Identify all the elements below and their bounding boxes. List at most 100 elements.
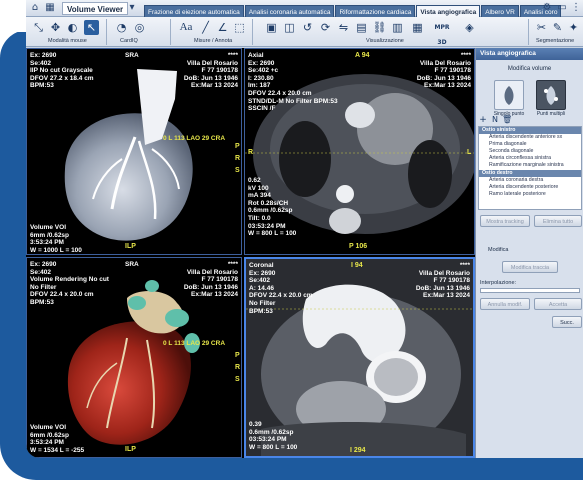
chevron-down-icon[interactable]: ▾ [126, 2, 138, 14]
app-title[interactable]: Volume Viewer [62, 2, 129, 15]
br-inferior-label: I 94 [351, 262, 363, 269]
view-link-icon[interactable]: ⛓ [372, 20, 387, 35]
view-settings-icon[interactable]: ◈ [462, 20, 477, 35]
group-label-mouse: Modalità mouse [48, 38, 87, 44]
tree-group-left[interactable]: Ostio sinistro [479, 127, 581, 135]
tl-bottom-orientation: ILP [125, 243, 136, 250]
interpolation-slider[interactable] [480, 288, 580, 293]
more-icon[interactable]: ⋮ [570, 2, 582, 14]
view-flip-icon[interactable]: ⇋ [336, 20, 351, 35]
cancel-modify-button[interactable]: Annulla modif. [480, 298, 530, 310]
tree-item[interactable]: Arteria discendente posteriore [479, 184, 581, 191]
tl-info-right: **** Villa Del Rosario F 77 190178 DoB: Ju… [183, 52, 238, 90]
single-point-button[interactable] [494, 80, 524, 110]
group-label-view: Visualizzazione [366, 38, 404, 44]
modify-section-label: Modifica [488, 247, 509, 253]
accept-button[interactable]: Accetta [534, 298, 582, 310]
ruler-icon[interactable]: ╱ [198, 20, 213, 35]
modify-track-button[interactable]: Modifica traccia [502, 261, 558, 273]
single-point-icon [504, 86, 514, 105]
next-button[interactable]: Succ. [552, 316, 582, 328]
show-tracking-button[interactable]: Mostra tracking [480, 215, 530, 227]
tr-anterior-label: A 94 [355, 52, 370, 59]
multi-point-label: Punti multipli [536, 111, 566, 117]
panel-title: Vista angiografica [476, 48, 583, 60]
pan-icon[interactable]: ✥ [48, 20, 63, 35]
cardiq-icon[interactable]: ◔ [114, 20, 129, 35]
view-layout-icon[interactable]: ▤ [354, 20, 369, 35]
view-reset-icon[interactable]: ↺ [300, 20, 315, 35]
bl-angle: 0 L 113 LAO 29 CRA [163, 340, 226, 347]
delete-icon[interactable]: 🗑 [502, 115, 512, 125]
tr-info-left: Axial Ex: 2690 Se:402 +c I: 230.80 Im: 187… [248, 52, 338, 113]
volume-viewer-app: ⌂ ▦ Volume Viewer ▾ Frazione di eiezione… [26, 0, 583, 458]
title-bar: ⌂ ▦ Volume Viewer ▾ Frazione di eiezione… [26, 0, 583, 19]
segment-cut-icon[interactable]: ✂ [534, 20, 549, 35]
layout-icon[interactable]: ▭ [556, 2, 568, 14]
viewport-bottom-left[interactable]: Ex: 2690 Se:402 Volume Rendering No cut No… [26, 257, 242, 458]
panel-section-label: Modifica volume [507, 66, 552, 72]
tl-view-label: SRA [125, 52, 139, 59]
bl-orientation: P R S [235, 352, 241, 383]
br-info-lower: 0.39 0.6mm /0.62sp 03:53:24 PM W = 800 L … [249, 421, 298, 451]
multi-point-icon [544, 86, 558, 105]
bl-info-right: **** Villa Del Rosario F 77 190178 DoB: Ju… [183, 261, 238, 299]
view-slab-icon[interactable]: ▦ [410, 20, 425, 35]
group-label-cardiq: CardIQ [120, 38, 138, 44]
tr-posterior-label: P 106 [349, 243, 368, 250]
toolbar-separator [252, 19, 253, 45]
bl-info-left: Ex: 2690 Se:402 Volume Rendering No cut No… [30, 261, 109, 306]
tree-item[interactable]: Arteria circonflessa sinistra [479, 155, 581, 162]
bl-bottom-orientation: ILP [125, 446, 136, 453]
br-info-right: **** Villa Del Rosario F 77 190178 DoB: Ju… [415, 262, 470, 300]
tree-item[interactable]: Arteria discendente anteriore sx [479, 134, 581, 141]
home-icon[interactable]: ⌂ [29, 2, 41, 14]
pointer-icon[interactable]: ↖ [84, 20, 99, 35]
mpr-3d-button[interactable]: MPR 3D [430, 20, 454, 46]
view-rotate-icon[interactable]: ⟳ [318, 20, 333, 35]
text-annotation-tool[interactable]: Aa [177, 20, 195, 35]
tr-right-marker: R [248, 149, 254, 156]
segment-edit-icon[interactable]: ✎ [550, 20, 565, 35]
delete-all-button[interactable]: Elimina tutto [534, 215, 582, 227]
tree-item[interactable]: Seconda diagonale [479, 148, 581, 155]
viewport-grid: Ex: 2690 Se:402 IIP No cut Grayscale DFOV … [26, 48, 475, 458]
tree-item[interactable]: Ramificazione marginale sinistra [479, 162, 581, 169]
view-filter-icon[interactable]: ▥ [390, 20, 405, 35]
bl-view-label: SRA [125, 261, 139, 268]
new-vessel-icon[interactable]: N [490, 115, 500, 125]
toolbar-separator [170, 19, 171, 45]
main-toolbar: ⤡ ✥ ◐ ↖ Modalità mouse ◔ ◎ CardIQ Aa ╱ ∠… [26, 17, 583, 47]
add-icon[interactable]: + [478, 115, 488, 125]
viewport-bottom-right[interactable]: Coronal Ex: 2690 Se:402 A: 14.46 DFOV 22.4… [244, 257, 475, 458]
interpolation-label: Interpolazione: [480, 280, 517, 286]
zoom-icon[interactable]: ⤡ [31, 20, 46, 35]
tr-left-marker: L [467, 149, 472, 156]
tree-group-right[interactable]: Ostio destro [479, 169, 581, 177]
view-cube-icon[interactable]: ▣ [264, 20, 279, 35]
color-wheel-icon[interactable]: ◎ [132, 20, 147, 35]
toolbar-separator [528, 19, 529, 45]
angle-icon[interactable]: ∠ [215, 20, 230, 35]
view-ortho-icon[interactable]: ◫ [282, 20, 297, 35]
roi-icon[interactable]: ⬚ [232, 20, 247, 35]
tree-item[interactable]: Arteria coronaria destra [479, 177, 581, 184]
multi-point-button[interactable] [536, 80, 566, 110]
segment-fill-icon[interactable]: ✦ [566, 20, 581, 35]
viewport-top-right[interactable]: Axial Ex: 2690 Se:402 +c I: 230.80 Im: 187… [244, 48, 475, 255]
grid-icon[interactable]: ▦ [44, 2, 56, 14]
tl-orientation: P R S [235, 143, 241, 174]
br-info-left: Coronal Ex: 2690 Se:402 A: 14.46 DFOV 22.4… [249, 262, 313, 315]
viewport-top-left[interactable]: Ex: 2690 Se:402 IIP No cut Grayscale DFOV … [26, 48, 242, 255]
tl-angle: 0 L 113 LAO 29 CRA [163, 135, 226, 142]
tr-info-lower: 0.62 kV 100 mA 394 Rot 0.28s/CH 0.6mm /0.6… [248, 177, 297, 238]
protocol-tabs: Frazione di eiezione automatica Analisi c… [144, 1, 562, 19]
tl-info-left: Ex: 2690 Se:402 IIP No cut Grayscale DFOV … [30, 52, 94, 90]
vessel-tree-list: Ostio sinistro Arteria discendente anter… [478, 126, 582, 210]
group-label-measure: Misure / Annota [194, 38, 233, 44]
settings-icon[interactable]: ⚙ [541, 2, 553, 14]
window-level-icon[interactable]: ◐ [65, 20, 80, 35]
tree-item[interactable]: Ramo laterale posteriore [479, 191, 581, 198]
bl-info-bottom: Volume VOI 6mm /0.62sp 3:53:24 PM W = 1534… [30, 424, 85, 454]
tree-item[interactable]: Prima diagonale [479, 141, 581, 148]
